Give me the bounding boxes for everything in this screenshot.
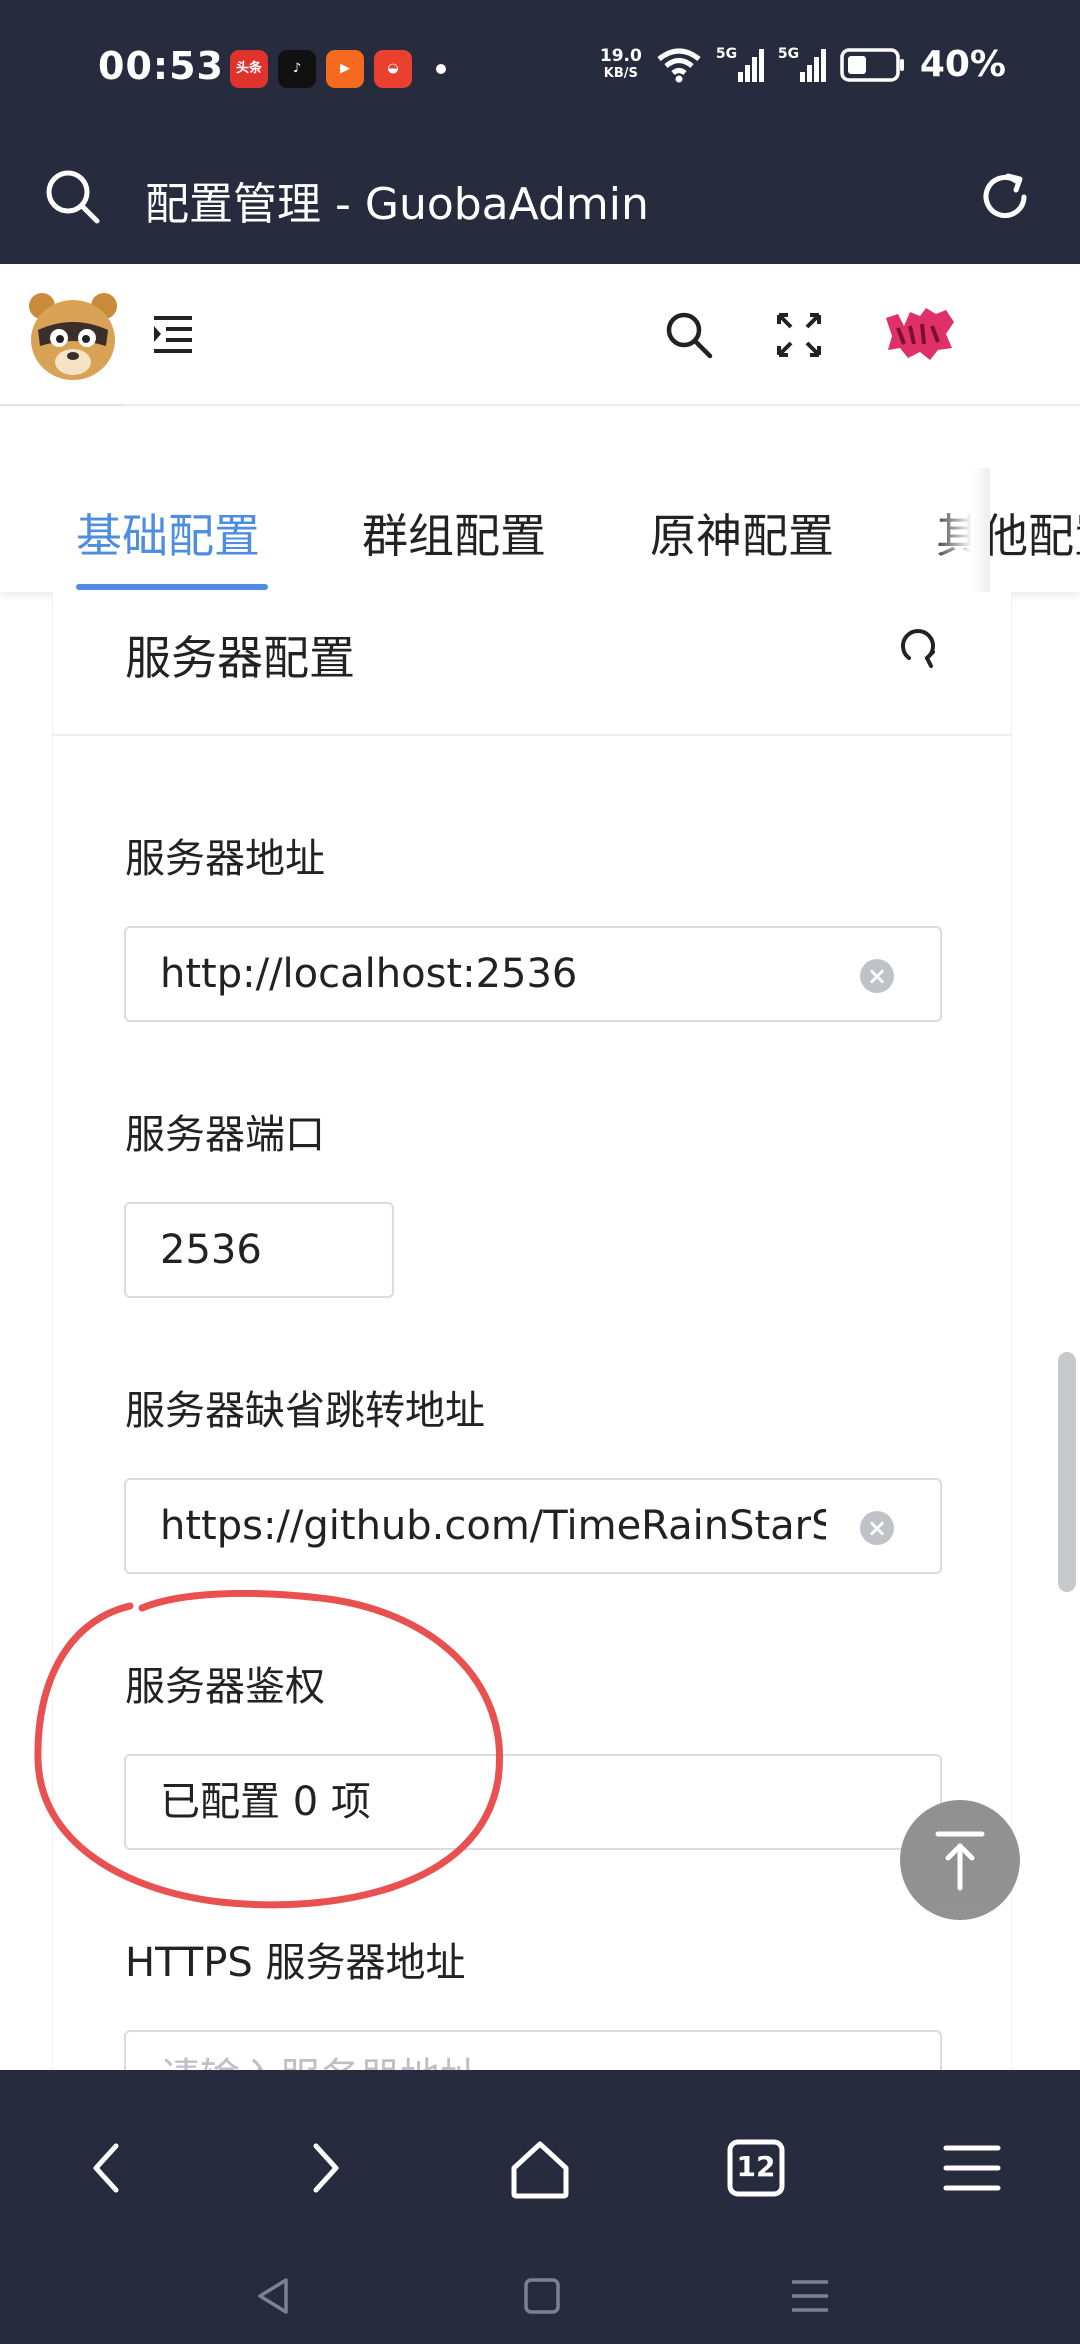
- logo-underline: [0, 404, 124, 406]
- menu-icon[interactable]: [932, 2128, 1012, 2208]
- status-time: 00:53: [98, 44, 224, 88]
- config-tabs: 基础配置 群组配置 原神配置 其他配置: [0, 408, 1080, 592]
- https-address-label: HTTPS 服务器地址: [125, 1940, 466, 1986]
- battery-icon: [840, 47, 904, 82]
- system-back-icon[interactable]: [244, 2266, 304, 2326]
- system-recents-icon[interactable]: [780, 2266, 840, 2326]
- signal-2-icon: 5G: [778, 46, 826, 84]
- tab-count: 12: [736, 2150, 776, 2183]
- fullscreen-icon[interactable]: [776, 312, 822, 358]
- clear-icon[interactable]: ×: [860, 1511, 894, 1545]
- search-icon[interactable]: [42, 166, 102, 226]
- app-search-icon[interactable]: [664, 310, 714, 360]
- signal-1-icon: 5G: [716, 46, 764, 84]
- server-address-input[interactable]: http://localhost:2536 ×: [124, 926, 942, 1022]
- top-bar: 00:53 头条 ♪ ▶ ◒ 19.0 KB/S 5G 5G 40% 配置管理 …: [0, 0, 1080, 264]
- card-title: 服务器配置: [125, 631, 355, 685]
- net-speed: 19.0 KB/S: [599, 45, 642, 81]
- clear-icon[interactable]: ×: [860, 959, 894, 993]
- browser-address-bar[interactable]: 配置管理 - GuobaAdmin: [0, 140, 1080, 264]
- tab-genshin-config[interactable]: 原神配置: [650, 500, 834, 566]
- tab-basic-config[interactable]: 基础配置: [76, 500, 260, 566]
- back-to-top-button[interactable]: [900, 1800, 1020, 1920]
- server-port-label: 服务器端口: [125, 1112, 325, 1158]
- annotation-circle: [34, 1590, 503, 1909]
- back-icon[interactable]: [68, 2128, 148, 2208]
- toutiao-icon: 头条: [230, 50, 268, 88]
- notification-apps: 头条 ♪ ▶ ◒: [230, 50, 446, 88]
- system-home-icon[interactable]: [512, 2266, 572, 2326]
- tiktok-icon: ♪: [278, 50, 316, 88]
- tabs-button[interactable]: 12: [716, 2128, 796, 2208]
- forward-icon[interactable]: [284, 2128, 364, 2208]
- app-header: [0, 264, 1080, 406]
- reset-icon[interactable]: [893, 622, 943, 672]
- page-title[interactable]: 配置管理 - GuobaAdmin: [145, 168, 649, 232]
- https-address-input[interactable]: 请输入服务器地址: [124, 2030, 942, 2070]
- card-divider: [53, 734, 1011, 736]
- server-port-input[interactable]: 2536: [124, 1202, 394, 1298]
- default-redirect-input[interactable]: https://github.com/TimeRainStarSky ×: [124, 1478, 942, 1574]
- status-right: 19.0 KB/S 5G 5G 40%: [600, 44, 1006, 85]
- home-icon[interactable]: [500, 2128, 580, 2208]
- active-tab-indicator: [76, 584, 268, 590]
- refresh-icon[interactable]: [976, 168, 1034, 226]
- default-redirect-label: 服务器缺省跳转地址: [125, 1388, 485, 1434]
- status-bar: 00:53 头条 ♪ ▶ ◒ 19.0 KB/S 5G 5G 40%: [0, 0, 1080, 136]
- server-address-label: 服务器地址: [125, 836, 325, 882]
- page-scrollbar[interactable]: [1058, 1352, 1076, 1592]
- red-app-icon: ◒: [374, 50, 412, 88]
- wifi-icon: [657, 48, 701, 82]
- battery-percent: 40%: [919, 44, 1006, 85]
- more-notifications-dot: [436, 64, 446, 74]
- arrow-up-icon: [935, 1831, 985, 1891]
- tabs-scroll-fade: [930, 468, 990, 592]
- user-avatar[interactable]: [880, 304, 960, 364]
- browser-bottom-bar: 12: [0, 2070, 1080, 2344]
- kuaishou-lite-icon: ▶: [326, 50, 364, 88]
- guoba-logo[interactable]: [28, 288, 118, 384]
- tab-group-config[interactable]: 群组配置: [362, 500, 546, 566]
- menu-collapse-icon[interactable]: [150, 312, 196, 358]
